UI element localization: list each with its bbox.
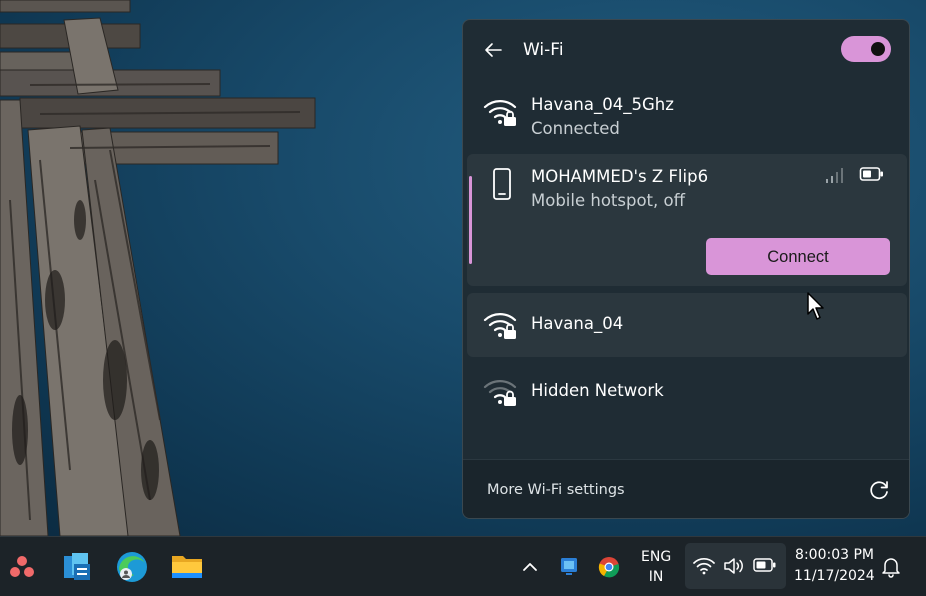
wifi-toggle[interactable] [841,36,891,62]
more-wifi-settings-link[interactable]: More Wi-Fi settings [487,482,625,498]
system-clock[interactable]: 8:00:03 PM 11/17/2024 [794,545,875,587]
network-name: Hidden Network [531,381,664,400]
quick-settings-tray[interactable] [685,543,786,589]
network-name: Havana_04_5Ghz [531,95,674,114]
clock-time: 8:00:03 PM [795,547,874,563]
mouse-cursor-icon [807,292,824,320]
signal-strength-icon [826,168,843,183]
phone-icon [493,168,511,200]
taskbar: ENG IN 8:00:03 PM 11/17/2024 [0,536,926,596]
network-status: Mobile hotspot, off [531,191,685,210]
network-item-hotspot[interactable]: MOHAMMED's Z Flip6 Mobile hotspot, off C… [467,154,907,286]
battery-icon [753,558,776,572]
wifi-footer: More Wi-Fi settings [463,459,909,518]
wifi-lock-icon [483,313,517,339]
back-arrow-icon[interactable] [481,38,505,62]
chrome-tray-icon[interactable] [597,555,621,579]
asana-app-icon[interactable] [8,553,36,581]
file-explorer-icon[interactable] [170,551,204,581]
edge-browser-icon[interactable] [114,549,150,585]
volume-icon [724,558,743,574]
network-item-havana-5ghz[interactable]: Havana_04_5Ghz Connected [467,82,907,144]
language-indicator[interactable]: ENG IN [641,547,671,587]
toggle-knob [871,42,885,56]
notification-bell-icon[interactable] [881,556,901,578]
language-code: ENG [641,549,672,565]
tray-app-icon[interactable] [558,555,580,577]
selection-indicator [469,176,472,264]
wifi-lock-icon [483,380,517,406]
wifi-header: Wi-Fi [463,20,909,80]
wifi-flyout: Wi-Fi Havana_04_5Ghz Connected MOHAMMED'… [462,19,910,519]
wifi-icon [693,557,715,575]
refresh-icon[interactable] [867,478,891,502]
network-item-hidden[interactable]: Hidden Network [467,366,907,422]
wooden-pier-image [0,0,316,536]
connect-button[interactable]: Connect [706,238,890,275]
network-item-havana[interactable]: Havana_04 [467,293,907,357]
clock-date: 11/17/2024 [794,568,875,584]
chevron-up-icon[interactable] [520,557,540,577]
network-name: Havana_04 [531,314,624,333]
wifi-lock-icon [483,100,517,126]
battery-icon [859,167,883,181]
database-app-icon[interactable] [60,550,94,584]
wifi-title: Wi-Fi [523,40,564,60]
network-name: MOHAMMED's Z Flip6 [531,167,709,186]
region-code: IN [648,569,664,585]
network-status: Connected [531,119,620,138]
